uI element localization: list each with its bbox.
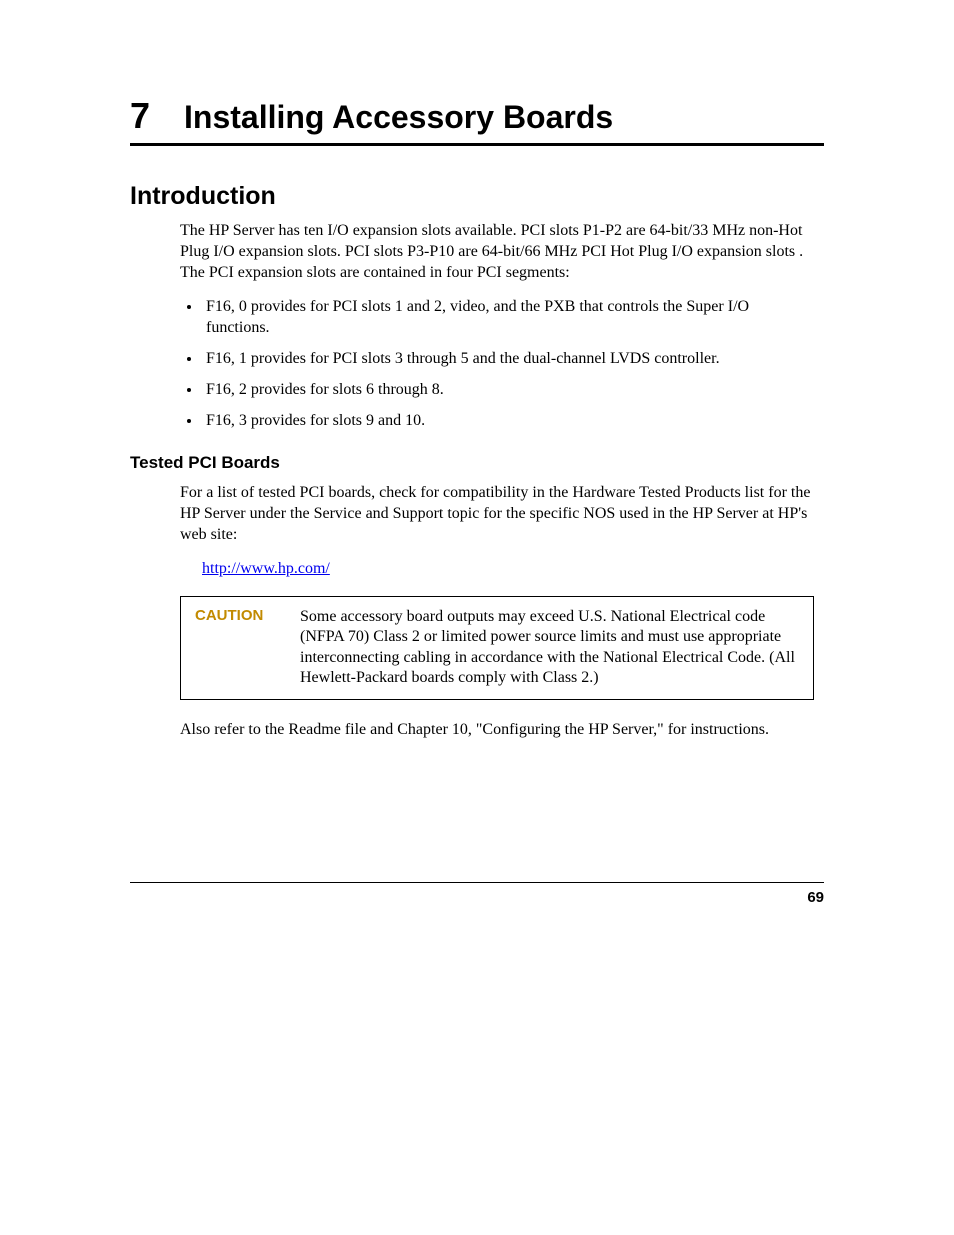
list-item: F16, 1 provides for PCI slots 3 through … (202, 349, 814, 370)
tested-pci-paragraph: For a list of tested PCI boards, check f… (180, 483, 814, 545)
list-item: F16, 3 provides for slots 9 and 10. (202, 411, 814, 432)
caution-text: Some accessory board outputs may exceed … (300, 607, 799, 689)
section-heading-introduction: Introduction (130, 182, 824, 211)
chapter-title: Installing Accessory Boards (184, 99, 613, 136)
page-number: 69 (807, 889, 824, 906)
caution-box: CAUTION Some accessory board outputs may… (180, 596, 814, 700)
intro-paragraph: The HP Server has ten I/O expansion slot… (180, 221, 814, 283)
list-item: F16, 2 provides for slots 6 through 8. (202, 380, 814, 401)
pci-segment-list: F16, 0 provides for PCI slots 1 and 2, v… (180, 297, 814, 431)
section-heading-tested-pci: Tested PCI Boards (130, 453, 824, 473)
list-item: F16, 0 provides for PCI slots 1 and 2, v… (202, 297, 814, 339)
page-footer: 69 (130, 882, 824, 907)
chapter-heading: 7 Installing Accessory Boards (130, 95, 824, 146)
closing-paragraph: Also refer to the Readme file and Chapte… (180, 720, 814, 741)
chapter-number: 7 (130, 95, 184, 137)
page-content: 7 Installing Accessory Boards Introducti… (0, 0, 954, 740)
caution-label: CAUTION (195, 607, 300, 689)
hp-website-link[interactable]: http://www.hp.com/ (202, 560, 330, 578)
